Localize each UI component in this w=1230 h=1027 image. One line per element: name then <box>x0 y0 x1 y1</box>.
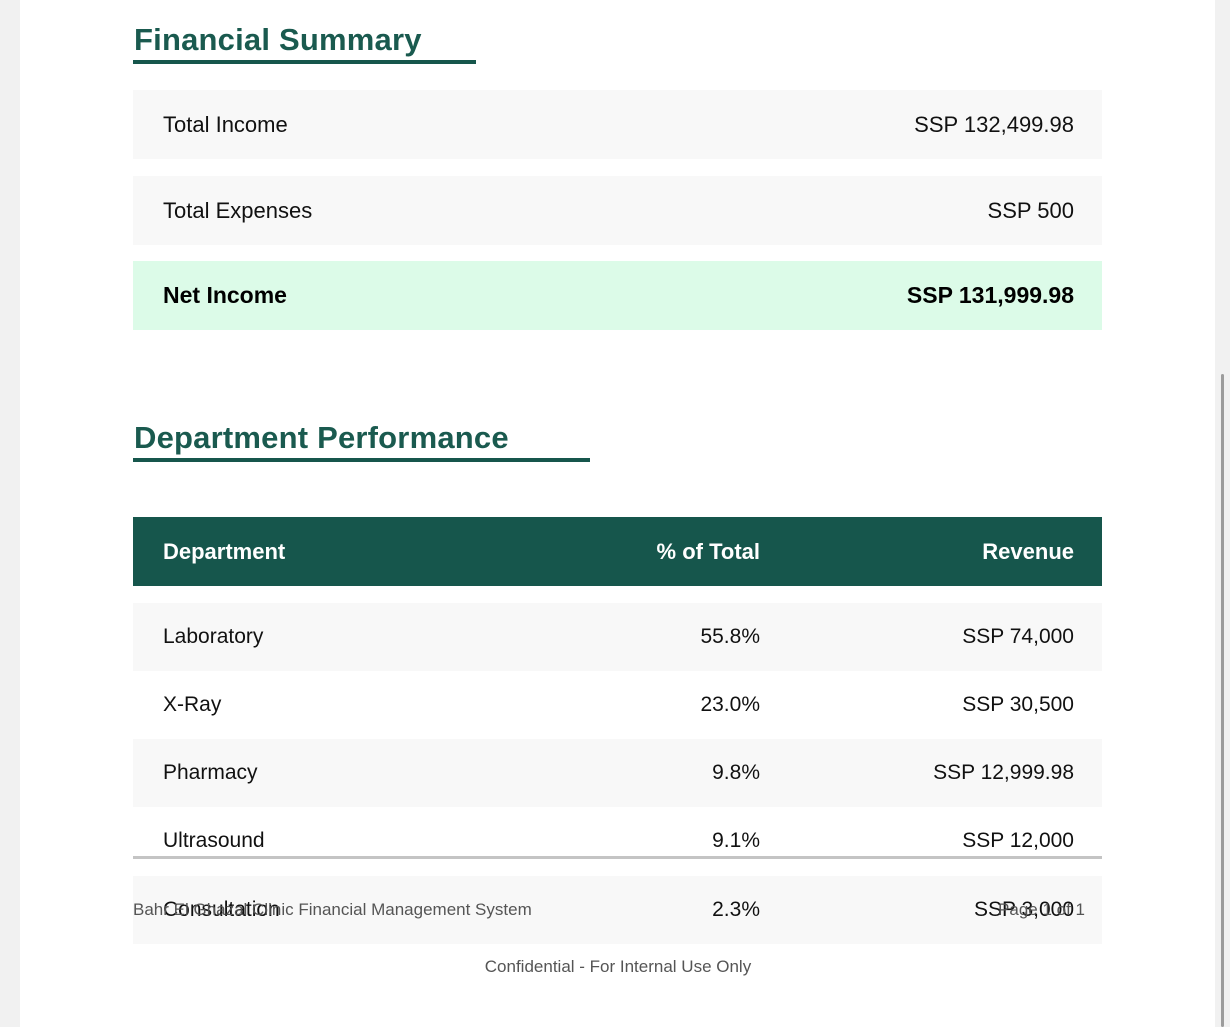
report-page: Financial Summary Total Income SSP 132,4… <box>0 0 1215 1027</box>
summary-value: SSP 131,999.98 <box>906 282 1074 308</box>
summary-value: SSP 132,499.98 <box>914 111 1074 137</box>
cell-percent: 9.8% <box>712 761 760 784</box>
department-performance-underline <box>133 458 590 462</box>
footer-page-number: Page 1 of 1 <box>998 900 1085 919</box>
summary-label: Net Income <box>163 282 287 308</box>
footer-system-name: Bahr El Ghazal Clinic Financial Manageme… <box>133 900 532 919</box>
department-table: Department % of Total Revenue Laboratory… <box>133 517 1102 945</box>
summary-label: Total Expenses <box>163 197 313 223</box>
scrollbar-thumb[interactable] <box>1221 374 1224 1027</box>
table-row: Ultrasound 9.1% SSP 12,000 <box>133 807 1102 875</box>
summary-row-total-income: Total Income SSP 132,499.98 <box>133 90 1102 159</box>
financial-summary-underline <box>133 60 476 64</box>
cell-department: Pharmacy <box>163 761 258 784</box>
summary-label: Total Income <box>163 111 288 137</box>
cell-department: Ultrasound <box>163 829 265 852</box>
vertical-scrollbar[interactable] <box>1215 0 1230 1027</box>
summary-row-total-expenses: Total Expenses SSP 500 <box>133 176 1102 245</box>
footer-divider <box>133 856 1102 859</box>
header-percent: % of Total <box>656 538 760 564</box>
cell-revenue: SSP 30,500 <box>962 693 1074 716</box>
cell-revenue: SSP 12,000 <box>962 829 1074 852</box>
cell-department: Laboratory <box>163 625 264 648</box>
table-row: Pharmacy 9.8% SSP 12,999.98 <box>133 739 1102 807</box>
cell-percent: 9.1% <box>712 829 760 852</box>
cell-percent: 55.8% <box>700 625 760 648</box>
table-row: X-Ray 23.0% SSP 30,500 <box>133 671 1102 739</box>
cell-percent: 23.0% <box>700 693 760 716</box>
cell-revenue: SSP 12,999.98 <box>933 761 1074 784</box>
table-header: Department % of Total Revenue <box>133 517 1102 586</box>
cell-revenue: SSP 74,000 <box>962 625 1074 648</box>
footer-confidential: Confidential - For Internal Use Only <box>484 957 752 976</box>
department-performance-title: Department Performance <box>134 420 509 455</box>
cell-percent: 2.3% <box>712 898 760 921</box>
header-department: Department <box>163 538 286 564</box>
header-revenue: Revenue <box>982 538 1074 564</box>
cell-department: X-Ray <box>163 693 222 716</box>
summary-value: SSP 500 <box>987 197 1074 223</box>
financial-summary-title: Financial Summary <box>134 22 422 57</box>
table-row: Laboratory 55.8% SSP 74,000 <box>133 603 1102 671</box>
summary-row-net-income: Net Income SSP 131,999.98 <box>133 261 1102 330</box>
